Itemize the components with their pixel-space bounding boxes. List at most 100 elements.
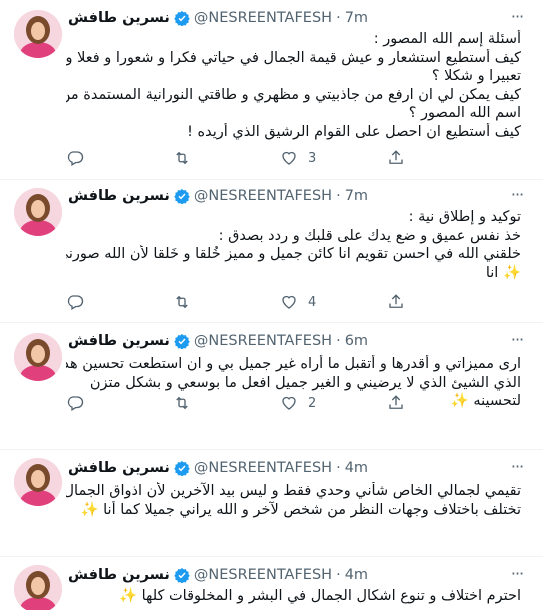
avatar[interactable] <box>14 10 62 58</box>
tweet-line: أسئلة إسم الله المصور : <box>373 31 521 47</box>
more-horizontal-icon[interactable]: ··· <box>507 566 527 582</box>
separator-dot: · <box>336 10 341 26</box>
tweet-line-text: انا <box>485 264 499 281</box>
glowing-star-emoji-icon: ✨ <box>80 501 99 518</box>
tweet-line: الذي الشيئ الذي لا يرضيني و الغير جميل ا… <box>89 374 521 391</box>
tweet-line: كيف أستطيع ان احصل على القوام الرشيق الذ… <box>187 123 521 140</box>
tweet-line: اسم الله المصور ؟ <box>408 105 521 121</box>
timestamp[interactable]: 7m <box>345 188 368 204</box>
tweet[interactable]: نسرين طافش @NESREENTAFESH · 4m ··· احترم… <box>0 557 543 610</box>
like-count: 2 <box>308 395 317 411</box>
tweet-line: خلقني الله في احسن تقويم انا كائن جميل و… <box>66 246 521 262</box>
like-heart-icon <box>282 151 296 165</box>
like-button[interactable]: 2 <box>280 394 387 412</box>
author-name[interactable]: نسرين طافش <box>68 10 170 26</box>
retweet-button[interactable] <box>173 149 280 167</box>
retweet-icon <box>176 151 188 165</box>
tweet-header: نسرين طافش @NESREENTAFESH · 7m <box>68 186 503 206</box>
reply-icon <box>67 151 84 166</box>
tweet-line: خذ نفس عميق و ضع يدك على قلبك و ردد بصدق… <box>218 227 521 244</box>
share-icon <box>389 395 403 409</box>
tweet-header: نسرين طافش @NESREENTAFESH · 7m <box>68 8 503 28</box>
author-handle[interactable]: @NESREENTAFESH <box>194 567 332 583</box>
like-count: 4 <box>308 294 317 310</box>
author-handle[interactable]: @NESREENTAFESH <box>194 460 332 476</box>
like-button[interactable]: 4 <box>280 293 387 311</box>
tweet[interactable]: نسرين طافش @NESREENTAFESH · 7m ··· أسئلة… <box>0 0 543 180</box>
retweet-icon <box>176 295 188 309</box>
timestamp[interactable]: 4m <box>345 567 368 583</box>
reply-button[interactable] <box>66 149 173 167</box>
avatar[interactable] <box>14 333 62 381</box>
tweet-line: تختلف باختلاف وجهات النظر من شخص لآخر و … <box>66 501 521 520</box>
separator-dot: · <box>336 188 341 204</box>
timestamp[interactable]: 6m <box>345 333 368 349</box>
glowing-star-emoji-icon: ✨ <box>502 264 521 281</box>
tweet-header: نسرين طافش @NESREENTAFESH · 4m <box>68 565 503 585</box>
tweet-text: احترم اختلاف و تنوع اشكال الجمال في البش… <box>66 587 521 606</box>
tweet[interactable]: نسرين طافش @NESREENTAFESH · 4m ··· تقيمي… <box>0 450 543 557</box>
tweet-line: تقيمي لجمالي الخاص شأني وحدي فقط و ليس ب… <box>66 483 521 499</box>
more-horizontal-icon[interactable]: ··· <box>507 9 527 25</box>
author-handle[interactable]: @NESREENTAFESH <box>194 333 332 349</box>
reply-icon <box>67 295 84 310</box>
like-button[interactable]: 3 <box>280 149 387 167</box>
timestamp[interactable]: 7m <box>345 10 368 26</box>
retweet-icon <box>176 396 188 410</box>
author-name[interactable]: نسرين طافش <box>68 460 170 476</box>
reply-button[interactable] <box>66 293 173 311</box>
tweet-line-text: احترم اختلاف و تنوع اشكال الجمال في البش… <box>141 588 521 604</box>
share-button[interactable] <box>387 394 494 412</box>
avatar[interactable] <box>14 458 62 506</box>
tweet-text: تقيمي لجمالي الخاص شأني وحدي فقط و ليس ب… <box>66 482 521 519</box>
more-horizontal-icon[interactable]: ··· <box>507 332 527 348</box>
retweet-button[interactable] <box>173 394 280 412</box>
avatar[interactable] <box>14 565 62 610</box>
verified-badge-icon <box>174 333 190 350</box>
tweet-line: ✨ انا <box>66 264 521 283</box>
share-icon <box>389 294 403 308</box>
author-name[interactable]: نسرين طافش <box>68 333 170 349</box>
share-icon <box>389 150 403 164</box>
tweet[interactable]: نسرين طافش @NESREENTAFESH · 6m ··· ارى م… <box>0 323 543 450</box>
tweet[interactable]: نسرين طافش @NESREENTAFESH · 7m ··· توكيد… <box>0 180 543 323</box>
verified-badge-icon <box>174 567 190 584</box>
tweet-line: ارى مميزاتي و أقدرها و أتقبل ما أراه غير… <box>66 356 521 372</box>
reply-button[interactable] <box>66 394 173 412</box>
verified-badge-icon <box>174 188 190 205</box>
share-button[interactable] <box>387 149 494 167</box>
share-button[interactable] <box>387 293 494 311</box>
tweet-actions: 2 <box>66 393 496 413</box>
tweet-actions: 4 <box>66 292 496 312</box>
tweet-actions: 3 <box>66 148 496 168</box>
tweet-feed: نسرين طافش @NESREENTAFESH · 7m ··· أسئلة… <box>0 0 543 610</box>
verified-badge-icon <box>174 10 190 27</box>
tweet-line: تعبيرا و شكلا ؟ <box>431 68 521 84</box>
retweet-button[interactable] <box>173 293 280 311</box>
like-heart-icon <box>282 396 296 410</box>
tweet-line: توكيد و إطلاق نية : <box>408 209 521 225</box>
tweet-line-text: تختلف باختلاف وجهات النظر من شخص لآخر و … <box>103 501 521 518</box>
timestamp[interactable]: 4m <box>345 460 368 476</box>
tweet-header: نسرين طافش @NESREENTAFESH · 4m <box>68 458 503 478</box>
tweet-header: نسرين طافش @NESREENTAFESH · 6m <box>68 331 503 351</box>
author-handle[interactable]: @NESREENTAFESH <box>194 10 332 26</box>
author-handle[interactable]: @NESREENTAFESH <box>194 188 332 204</box>
tweet-line: كيف يمكن لي ان ارفع من جاذبيتي و مظهري و… <box>66 86 521 103</box>
tweet-text: أسئلة إسم الله المصور : كيف أستطيع استشع… <box>66 30 521 141</box>
tweet-line: كيف أستطيع استشعار و عيش قيمة الجمال في … <box>66 49 521 66</box>
more-horizontal-icon[interactable]: ··· <box>507 187 527 203</box>
avatar[interactable] <box>14 188 62 236</box>
more-horizontal-icon[interactable]: ··· <box>507 459 527 475</box>
author-name[interactable]: نسرين طافش <box>68 567 170 583</box>
like-count: 3 <box>308 150 317 166</box>
tweet-text: توكيد و إطلاق نية : خذ نفس عميق و ضع يدك… <box>66 208 521 282</box>
separator-dot: · <box>336 333 341 349</box>
glowing-star-emoji-icon: ✨ <box>118 588 137 604</box>
separator-dot: · <box>336 460 341 476</box>
verified-badge-icon <box>174 460 190 477</box>
author-name[interactable]: نسرين طافش <box>68 188 170 204</box>
reply-icon <box>67 396 84 411</box>
tweet-line: احترم اختلاف و تنوع اشكال الجمال في البش… <box>66 587 521 606</box>
like-heart-icon <box>282 295 296 309</box>
